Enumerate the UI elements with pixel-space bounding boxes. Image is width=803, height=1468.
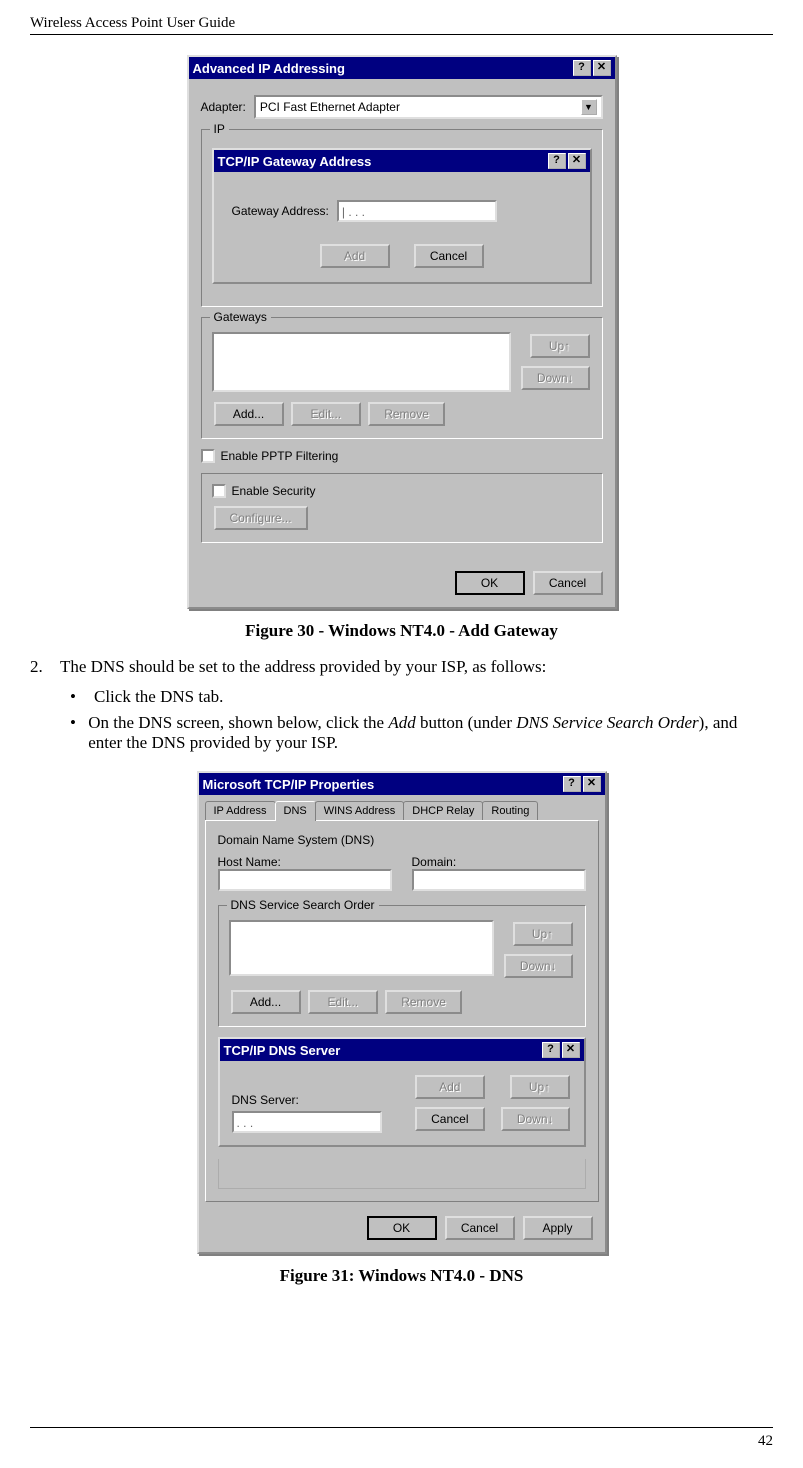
down-button[interactable]: Down↓ (504, 954, 573, 978)
edit-button[interactable]: Edit... (308, 990, 378, 1014)
ip-groupbox: IP TCP/IP Gateway Address ? ✕ Gateway Ad… (201, 129, 603, 307)
step-text: The DNS should be set to the address pro… (60, 657, 546, 677)
domain-input[interactable] (412, 869, 586, 891)
dns-server-title: TCP/IP DNS Server (224, 1043, 540, 1058)
adapter-value: PCI Fast Ethernet Adapter (260, 100, 400, 114)
search-order-listbox[interactable] (229, 920, 494, 976)
help-icon[interactable]: ? (542, 1042, 560, 1058)
dns-group-label: Domain Name System (DNS) (218, 833, 586, 847)
advanced-ip-dialog: Advanced IP Addressing ? ✕ Adapter: PCI … (187, 55, 617, 609)
tab-routing[interactable]: Routing (482, 801, 538, 820)
tab-ip-address[interactable]: IP Address (205, 801, 276, 820)
cancel-button[interactable]: Cancel (415, 1107, 485, 1131)
adapter-label: Adapter: (201, 100, 246, 114)
gateways-listbox[interactable] (212, 332, 511, 392)
add-button[interactable]: Add (320, 244, 390, 268)
dns-server-dialog: TCP/IP DNS Server ? ✕ DNS Server: . . . … (218, 1037, 586, 1147)
figure-30-caption: Figure 30 - Windows NT4.0 - Add Gateway (30, 621, 773, 641)
bullet-icon: • (70, 687, 94, 707)
up-button[interactable]: Up↑ (513, 922, 573, 946)
add-button[interactable]: Add... (214, 402, 284, 426)
chevron-down-icon[interactable]: ▼ (581, 99, 597, 115)
search-order-groupbox: DNS Service Search Order Up↑ Down↓ Add..… (218, 905, 586, 1027)
gateway-title: TCP/IP Gateway Address (218, 154, 546, 169)
cancel-button[interactable]: Cancel (445, 1216, 515, 1240)
step-2: 2. The DNS should be set to the address … (30, 657, 773, 677)
advanced-ip-title: Advanced IP Addressing (193, 61, 571, 76)
help-icon[interactable]: ? (548, 153, 566, 169)
down-button[interactable]: Down↓ (521, 366, 590, 390)
remove-button[interactable]: Remove (368, 402, 445, 426)
help-icon[interactable]: ? (563, 776, 581, 792)
step-number: 2. (30, 657, 60, 677)
page-number: 42 (758, 1433, 773, 1450)
bullet-1: • Click the DNS tab. (70, 687, 773, 707)
tcpip-properties-dialog: Microsoft TCP/IP Properties ? ✕ IP Addre… (197, 771, 607, 1254)
bullet-icon: • (70, 713, 88, 753)
apply-button[interactable]: Apply (523, 1216, 593, 1240)
security-groupbox: Enable Security Configure... (201, 473, 603, 543)
footer-rule (30, 1427, 773, 1428)
gateways-label: Gateways (210, 310, 271, 324)
dns-server-input[interactable]: . . . (232, 1111, 382, 1133)
dns-tab-panel: Domain Name System (DNS) Host Name: Doma… (205, 820, 599, 1202)
advanced-ip-titlebar: Advanced IP Addressing ? ✕ (189, 57, 615, 79)
host-name-label: Host Name: (218, 855, 392, 869)
security-label: Enable Security (232, 484, 316, 498)
tab-dns[interactable]: DNS (275, 801, 316, 821)
close-icon[interactable]: ✕ (583, 776, 601, 792)
tab-wins[interactable]: WINS Address (315, 801, 405, 820)
domain-label: Domain: (412, 855, 586, 869)
header-rule (30, 34, 773, 35)
cancel-button[interactable]: Cancel (414, 244, 484, 268)
bullet-2-text: On the DNS screen, shown below, click th… (88, 713, 773, 753)
ok-button[interactable]: OK (455, 571, 525, 595)
configure-button[interactable]: Configure... (214, 506, 308, 530)
ok-button[interactable]: OK (367, 1216, 437, 1240)
adapter-dropdown[interactable]: PCI Fast Ethernet Adapter ▼ (254, 95, 603, 119)
gateway-address-label: Gateway Address: (232, 204, 329, 218)
pptp-label: Enable PPTP Filtering (221, 449, 339, 463)
close-icon[interactable]: ✕ (568, 153, 586, 169)
tcpip-title: Microsoft TCP/IP Properties (203, 777, 561, 792)
host-name-input[interactable] (218, 869, 392, 891)
add-button[interactable]: Add (415, 1075, 485, 1099)
dns-server-label: DNS Server: (232, 1093, 401, 1107)
gateway-address-input[interactable]: | . . . (337, 200, 497, 222)
cancel-button[interactable]: Cancel (533, 571, 603, 595)
tab-strip: IP Address DNS WINS Address DHCP Relay R… (199, 795, 605, 820)
help-icon[interactable]: ? (573, 60, 591, 76)
pptp-checkbox-row[interactable]: Enable PPTP Filtering (201, 449, 603, 463)
search-order-label: DNS Service Search Order (227, 898, 379, 912)
figure-31-container: Microsoft TCP/IP Properties ? ✕ IP Addre… (30, 771, 773, 1254)
close-icon[interactable]: ✕ (562, 1042, 580, 1058)
up-button[interactable]: Up↑ (510, 1075, 570, 1099)
figure-30-container: Advanced IP Addressing ? ✕ Adapter: PCI … (30, 55, 773, 609)
up-button[interactable]: Up↑ (530, 334, 590, 358)
doc-header: Wireless Access Point User Guide (30, 15, 773, 32)
bullet-2: • On the DNS screen, shown below, click … (70, 713, 773, 753)
ip-group-label: IP (210, 122, 229, 136)
checkbox-icon[interactable] (201, 449, 215, 463)
bullet-1-text: Click the DNS tab. (94, 687, 223, 707)
close-icon[interactable]: ✕ (593, 60, 611, 76)
checkbox-icon[interactable] (212, 484, 226, 498)
tab-dhcp[interactable]: DHCP Relay (403, 801, 483, 820)
remove-button[interactable]: Remove (385, 990, 462, 1014)
add-button[interactable]: Add... (231, 990, 301, 1014)
down-button[interactable]: Down↓ (501, 1107, 570, 1131)
gateways-groupbox: Gateways Up↑ Down↓ Add... Edit... Remove (201, 317, 603, 439)
gateway-address-dialog: TCP/IP Gateway Address ? ✕ Gateway Addre… (212, 148, 592, 284)
figure-31-caption: Figure 31: Windows NT4.0 - DNS (30, 1266, 773, 1286)
edit-button[interactable]: Edit... (291, 402, 361, 426)
